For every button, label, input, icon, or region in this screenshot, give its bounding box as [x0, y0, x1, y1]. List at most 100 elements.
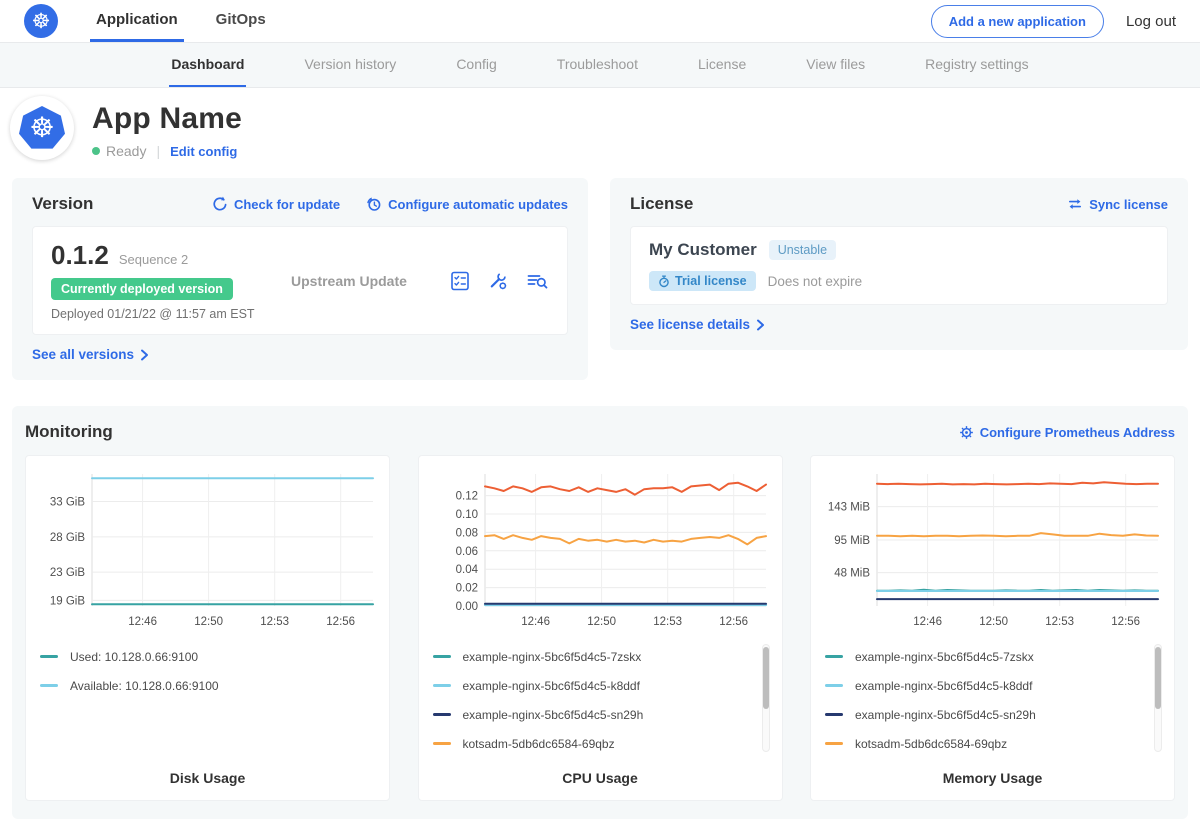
svg-text:143 MiB: 143 MiB — [828, 502, 871, 514]
subnav-registry-settings-label: Registry settings — [925, 56, 1028, 72]
preflight-checks-icon[interactable] — [487, 270, 509, 292]
legend-item: example-nginx-5bc6f5d4c5-k8ddf — [433, 671, 768, 700]
svg-text:0.08: 0.08 — [455, 527, 477, 539]
svg-text:12:56: 12:56 — [326, 616, 355, 628]
release-notes-icon[interactable] — [449, 270, 471, 292]
tab-application[interactable]: Application — [90, 0, 184, 42]
legend-label: example-nginx-5bc6f5d4c5-7zskx — [855, 650, 1034, 664]
license-panel: My Customer Unstable Trial license Does … — [630, 226, 1168, 305]
memory-usage-legend: example-nginx-5bc6f5d4c5-7zskxexample-ng… — [825, 642, 1160, 760]
license-card-title: License — [630, 194, 693, 214]
divider: | — [156, 143, 160, 159]
deployed-badge: Currently deployed version — [51, 278, 233, 300]
legend-label: example-nginx-5bc6f5d4c5-k8ddf — [463, 679, 640, 693]
configure-automatic-updates-link[interactable]: Configure automatic updates — [366, 196, 568, 212]
top-navbar: ☸ Application GitOps Add a new applicati… — [0, 0, 1200, 42]
subnav-view-files[interactable]: View files — [804, 43, 867, 87]
app-avatar: ☸ — [10, 96, 74, 160]
sync-icon — [1067, 196, 1083, 212]
stopwatch-icon — [658, 275, 670, 288]
memory-usage-title: Memory Usage — [825, 760, 1160, 786]
legend-color-dash — [433, 655, 451, 658]
chevron-right-icon — [140, 349, 149, 361]
disk-usage-chart: 33 GiB28 GiB23 GiB19 GiB12:4612:5012:531… — [40, 468, 377, 634]
svg-text:19 GiB: 19 GiB — [50, 595, 85, 607]
subnav-troubleshoot-label: Troubleshoot — [557, 56, 638, 72]
legend-color-dash — [433, 742, 451, 745]
subnav-config-label: Config — [456, 56, 496, 72]
version-card-title: Version — [32, 194, 93, 214]
svg-text:12:46: 12:46 — [128, 616, 157, 628]
current-version-panel: 0.1.2 Sequence 2 Currently deployed vers… — [32, 226, 568, 335]
legend-item: kotsadm-5db6dc6584-69qbz — [825, 729, 1160, 758]
subnav-license[interactable]: License — [696, 43, 748, 87]
brand: ☸ — [24, 0, 58, 42]
sequence-label: Sequence 2 — [119, 252, 188, 267]
legend-scrollbar-thumb[interactable] — [1155, 647, 1161, 709]
dashboard-cards: Version Check for update — [12, 178, 1188, 380]
disk-usage-panel: 33 GiB28 GiB23 GiB19 GiB12:4612:5012:531… — [25, 455, 390, 801]
legend-color-dash — [433, 684, 451, 687]
app-subnav: Dashboard Version history Config Trouble… — [0, 42, 1200, 88]
svg-text:48 MiB: 48 MiB — [834, 568, 870, 580]
svg-text:0.06: 0.06 — [455, 546, 477, 558]
memory-usage-panel: 143 MiB95 MiB48 MiB12:4612:5012:5312:56 … — [810, 455, 1175, 801]
channel-badge: Unstable — [769, 240, 836, 260]
trial-license-label: Trial license — [675, 274, 747, 288]
gear-icon — [959, 425, 974, 440]
tab-gitops[interactable]: GitOps — [210, 0, 272, 42]
kubernetes-app-icon: ☸ — [19, 106, 65, 150]
subnav-config[interactable]: Config — [454, 43, 498, 87]
legend-scrollbar[interactable] — [762, 644, 770, 752]
kubernetes-logo-icon: ☸ — [24, 4, 58, 38]
status-dot-icon — [92, 147, 100, 155]
svg-text:12:50: 12:50 — [587, 616, 616, 628]
tab-gitops-label: GitOps — [216, 11, 266, 28]
subnav-license-label: License — [698, 56, 746, 72]
legend-label: Used: 10.128.0.66:9100 — [70, 650, 198, 664]
sync-license-label: Sync license — [1089, 197, 1168, 212]
configure-automatic-updates-label: Configure automatic updates — [388, 197, 568, 212]
legend-color-dash — [825, 713, 843, 716]
legend-scrollbar[interactable] — [1154, 644, 1162, 752]
legend-color-dash — [40, 684, 58, 687]
sync-license-link[interactable]: Sync license — [1067, 196, 1168, 212]
svg-text:12:46: 12:46 — [521, 616, 550, 628]
logout-button[interactable]: Log out — [1126, 13, 1176, 30]
cpu-usage-title: CPU Usage — [433, 760, 768, 786]
legend-label: kotsadm-5db6dc6584-69qbz — [463, 737, 615, 751]
check-for-update-label: Check for update — [234, 197, 340, 212]
clock-refresh-icon — [366, 196, 382, 212]
see-license-details-link[interactable]: See license details — [630, 317, 765, 332]
configure-prometheus-link[interactable]: Configure Prometheus Address — [959, 425, 1175, 440]
add-application-button[interactable]: Add a new application — [931, 5, 1104, 38]
legend-label: example-nginx-5bc6f5d4c5-7zskx — [463, 650, 642, 664]
configure-prometheus-label: Configure Prometheus Address — [980, 425, 1175, 440]
expiry-text: Does not expire — [768, 274, 863, 289]
check-for-update-link[interactable]: Check for update — [212, 196, 340, 212]
legend-scrollbar-thumb[interactable] — [763, 647, 769, 709]
subnav-version-history[interactable]: Version history — [302, 43, 398, 87]
tab-application-label: Application — [96, 11, 178, 28]
subnav-dashboard-label: Dashboard — [171, 56, 244, 72]
subnav-troubleshoot[interactable]: Troubleshoot — [555, 43, 640, 87]
memory-usage-chart: 143 MiB95 MiB48 MiB12:4612:5012:5312:56 — [825, 468, 1162, 634]
svg-text:0.12: 0.12 — [455, 491, 477, 503]
see-license-details-label: See license details — [630, 317, 750, 332]
subnav-registry-settings[interactable]: Registry settings — [923, 43, 1030, 87]
see-all-versions-link[interactable]: See all versions — [32, 347, 149, 362]
app-header: ☸ App Name Ready | Edit config — [0, 88, 1200, 172]
view-logs-icon[interactable] — [525, 270, 549, 292]
disk-usage-legend: Used: 10.128.0.66:9100Available: 10.128.… — [40, 642, 375, 760]
legend-label: example-nginx-5bc6f5d4c5-sn29h — [463, 708, 644, 722]
subnav-dashboard[interactable]: Dashboard — [169, 43, 246, 87]
monitoring-card: Monitoring Configure Prometheus Address … — [12, 406, 1188, 819]
subnav-view-files-label: View files — [806, 56, 865, 72]
disk-usage-title: Disk Usage — [40, 760, 375, 786]
refresh-icon — [212, 196, 228, 212]
edit-config-link[interactable]: Edit config — [170, 144, 237, 159]
upstream-update-label: Upstream Update — [291, 273, 449, 289]
see-all-versions-label: See all versions — [32, 347, 134, 362]
svg-text:12:56: 12:56 — [1111, 616, 1140, 628]
cpu-usage-legend: example-nginx-5bc6f5d4c5-7zskx example-ng… — [433, 642, 768, 760]
